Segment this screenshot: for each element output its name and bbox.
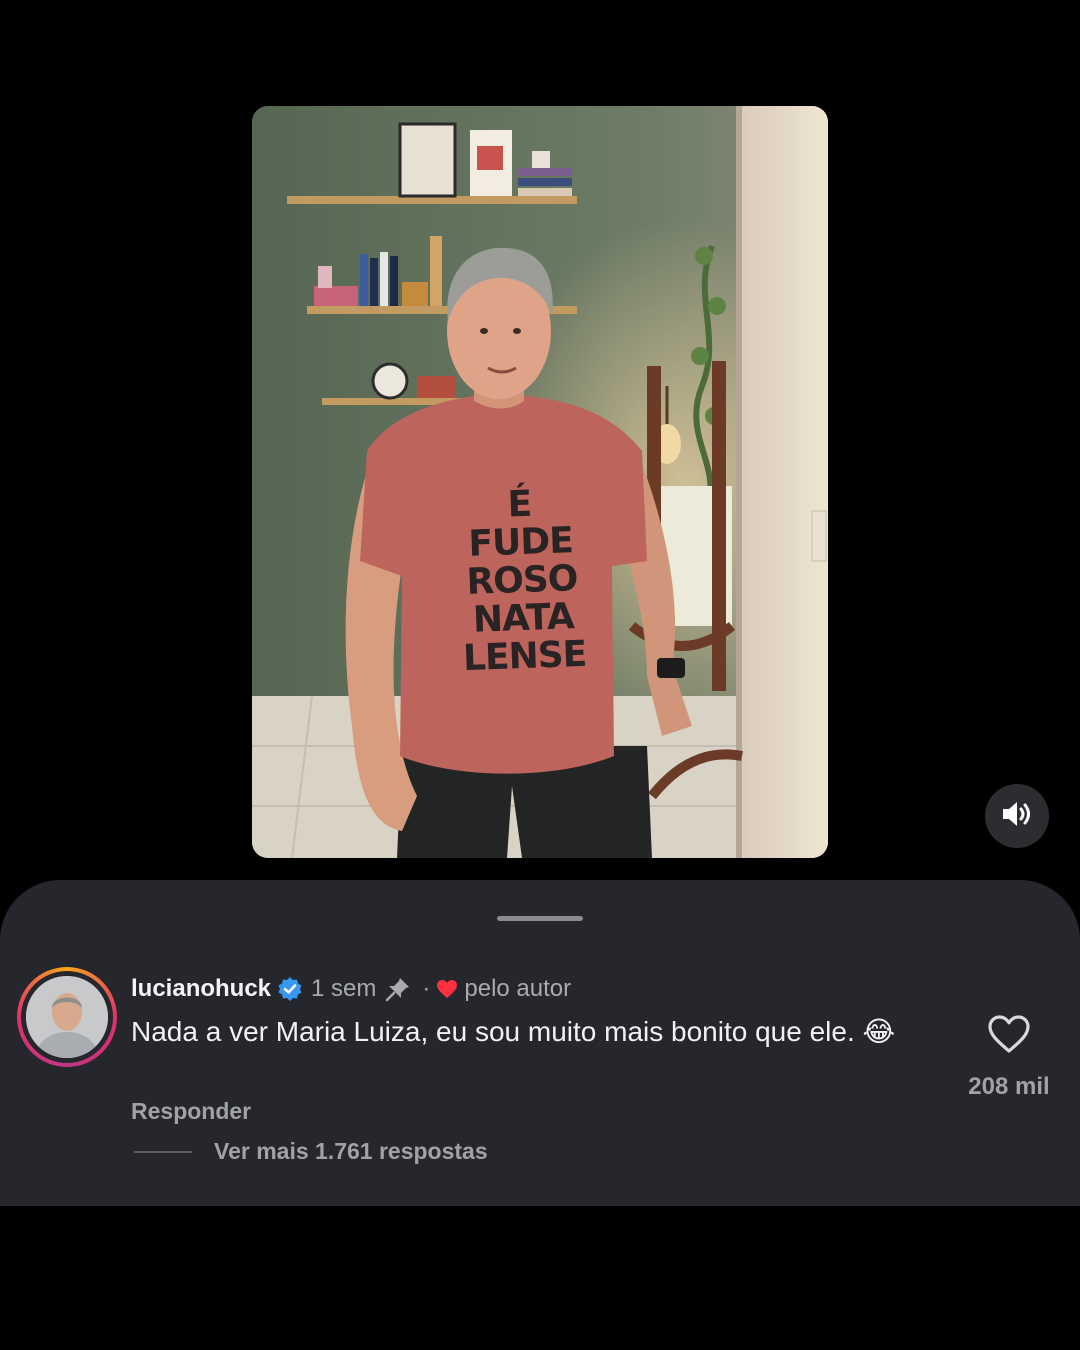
replies-divider-line <box>134 1150 192 1153</box>
like-count: 208 mil <box>968 1073 1050 1100</box>
story-ring[interactable] <box>17 967 117 1067</box>
separator-dot: · <box>422 975 431 1002</box>
comment-username[interactable]: lucianohuck <box>131 975 271 1003</box>
reply-button[interactable]: Responder <box>131 1098 251 1125</box>
comments-sheet: lucianohuck 1 sem · pelo autor Nada a ve… <box>0 880 1080 1206</box>
sound-toggle-button[interactable] <box>985 784 1049 848</box>
comment-body: Nada a ver Maria Luiza, eu sou muito mai… <box>131 1014 921 1050</box>
speaker-on-icon <box>1001 800 1033 833</box>
like-comment-button[interactable] <box>987 1014 1031 1056</box>
comment-text: Nada a ver Maria Luiza, eu sou muito mai… <box>131 1016 855 1047</box>
pin-icon <box>384 975 412 1003</box>
video-player[interactable]: É FUDE ROSO NATA LENSE <box>252 106 828 858</box>
page: É FUDE ROSO NATA LENSE lucianohuck 1 sem… <box>0 0 1080 1350</box>
comment-time: 1 sem <box>311 975 377 1002</box>
shirt-print-text: É FUDE ROSO NATA LENSE <box>462 483 587 680</box>
red-heart-icon <box>436 979 458 999</box>
verified-badge-icon <box>277 976 303 1002</box>
view-more-replies-button[interactable]: Ver mais 1.761 respostas <box>134 1138 488 1165</box>
video-frame-image <box>252 106 828 858</box>
heart-outline-icon <box>987 1015 1031 1058</box>
sheet-grabber-handle[interactable] <box>497 916 583 921</box>
view-more-replies-label: Ver mais 1.761 respostas <box>214 1138 488 1164</box>
laughing-emoji: 😂 <box>862 1016 896 1047</box>
comment-meta-row: lucianohuck 1 sem · pelo autor <box>131 972 571 1006</box>
liked-by-author-label: pelo autor <box>464 975 572 1002</box>
avatar[interactable] <box>26 976 108 1058</box>
